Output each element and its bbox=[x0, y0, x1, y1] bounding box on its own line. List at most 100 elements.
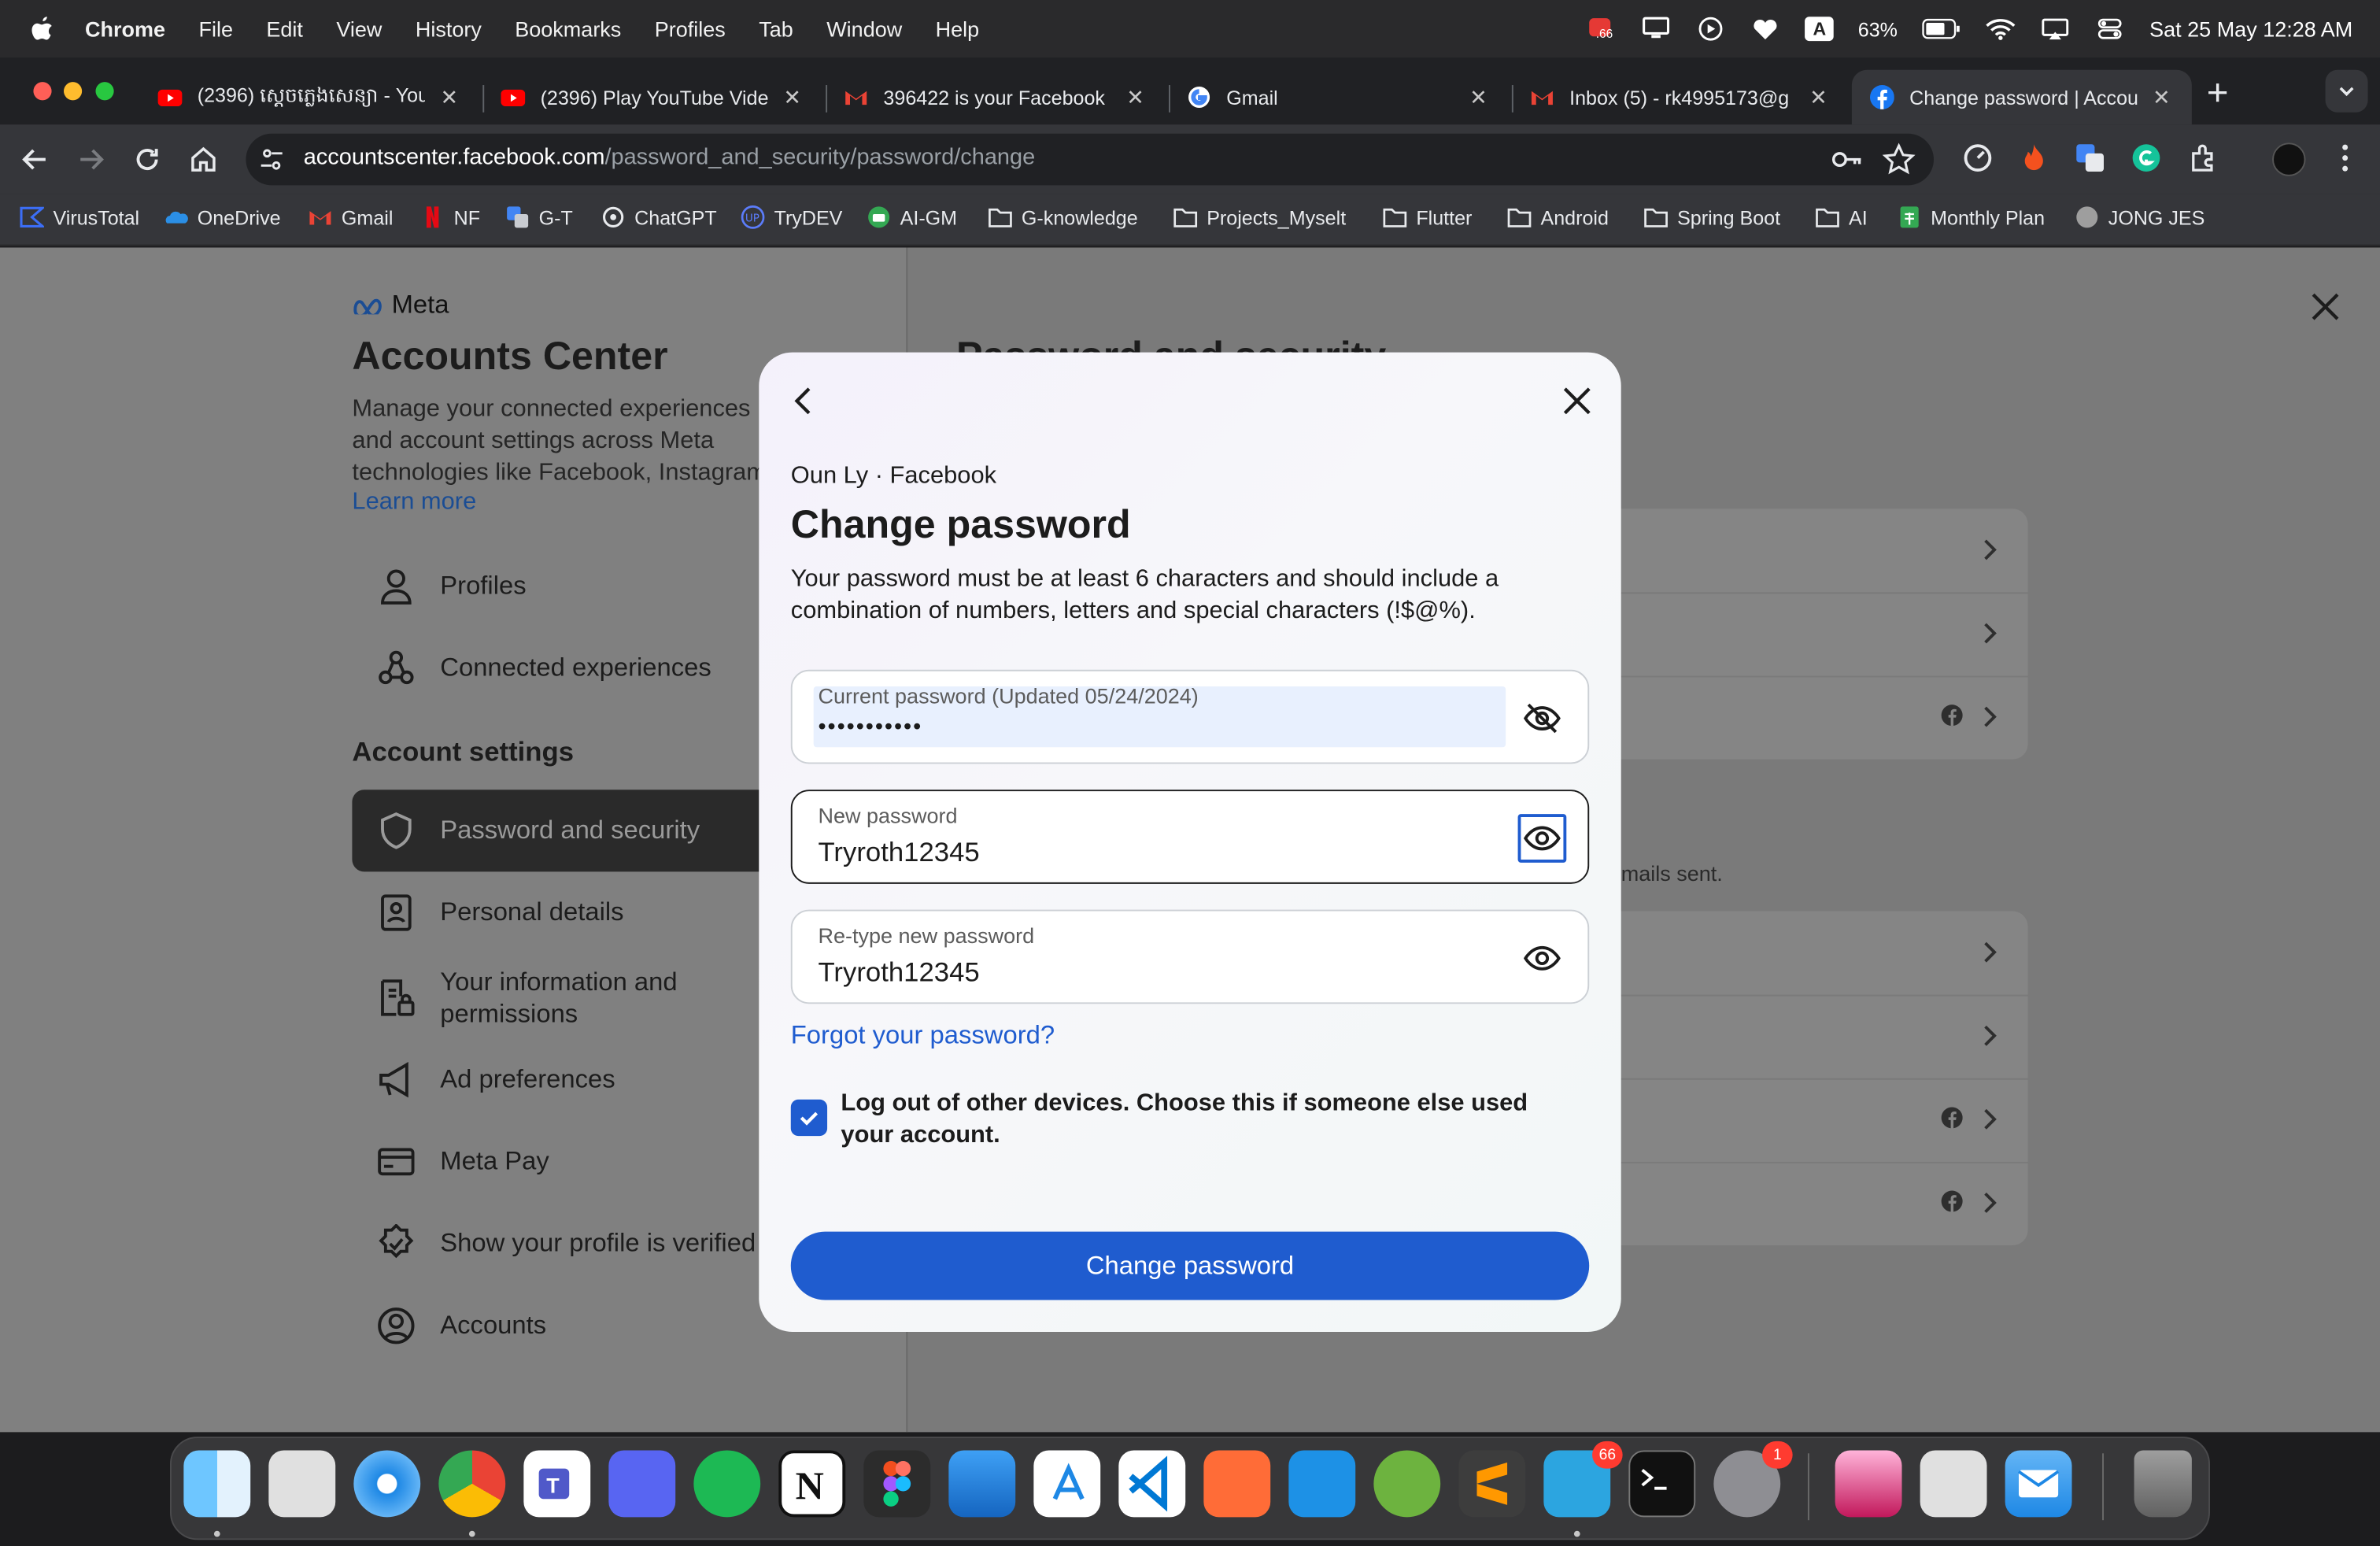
bookmark-g-t[interactable]: G-T bbox=[505, 205, 573, 229]
vscode-icon[interactable] bbox=[1118, 1450, 1186, 1518]
nav-item-information-permissions[interactable]: Your information and permissions bbox=[376, 966, 744, 1030]
heart-icon[interactable] bbox=[1750, 17, 1781, 41]
nav-item-profiles[interactable]: Profiles bbox=[376, 567, 527, 606]
extension-translate-icon[interactable] bbox=[2073, 141, 2106, 174]
xcode-icon[interactable] bbox=[948, 1450, 1016, 1518]
zoom-window-button[interactable] bbox=[95, 82, 114, 101]
sublime-text-icon[interactable] bbox=[1458, 1450, 1526, 1518]
learn-more-link[interactable]: Learn more bbox=[352, 489, 476, 516]
reload-icon[interactable] bbox=[131, 142, 164, 176]
home-icon[interactable] bbox=[187, 142, 220, 176]
close-tab-icon[interactable]: ✕ bbox=[1806, 84, 1831, 110]
retype-password-field[interactable]: Re-type new password Tryroth12345 bbox=[790, 909, 1590, 1004]
minimize-window-button[interactable] bbox=[63, 82, 83, 101]
menu-app-name[interactable]: Chrome bbox=[85, 17, 165, 41]
menu-window[interactable]: Window bbox=[826, 17, 902, 41]
mail-icon[interactable] bbox=[2005, 1450, 2072, 1518]
bookmark-onedrive[interactable]: OneDrive bbox=[164, 205, 281, 229]
bookmark-ai-gm[interactable]: AI-GM bbox=[867, 205, 957, 229]
trash-icon[interactable] bbox=[2134, 1450, 2192, 1518]
play-icon[interactable] bbox=[1696, 17, 1727, 41]
menu-edit[interactable]: Edit bbox=[266, 17, 303, 41]
chevron-right-icon[interactable] bbox=[1979, 938, 2001, 966]
nav-item-password-security[interactable]: Password and security bbox=[376, 811, 700, 850]
new-tab-icon[interactable] bbox=[2204, 79, 2231, 106]
nav-item-accounts[interactable]: Accounts bbox=[376, 1306, 546, 1345]
bookmark-folder-spring-boot[interactable]: Spring Boot bbox=[1644, 205, 1780, 229]
bookmark-monthly-plan[interactable]: Monthly Plan bbox=[1898, 205, 2045, 229]
bookmark-folder-g-knowledge[interactable]: G-knowledge bbox=[988, 205, 1138, 229]
chevron-right-icon[interactable] bbox=[1979, 703, 2001, 730]
bookmark-nf[interactable]: NF bbox=[420, 205, 480, 229]
tab-search-button[interactable] bbox=[2325, 69, 2368, 113]
control-center-icon[interactable] bbox=[2095, 17, 2126, 41]
show-password-toggle[interactable] bbox=[1518, 934, 1567, 983]
forgot-password-link[interactable]: Forgot your password? bbox=[791, 1020, 1055, 1051]
nav-item-ad-preferences[interactable]: Ad preferences bbox=[376, 1060, 615, 1100]
back-chevron-icon[interactable] bbox=[786, 383, 822, 419]
hide-password-toggle[interactable] bbox=[1518, 694, 1567, 743]
archive-utility-icon[interactable] bbox=[1920, 1450, 1987, 1518]
extension-flame-icon[interactable] bbox=[2017, 141, 2050, 174]
menu-tab[interactable]: Tab bbox=[759, 17, 793, 41]
chevron-right-icon[interactable] bbox=[1979, 620, 2001, 647]
display-icon[interactable] bbox=[1642, 17, 1672, 41]
terminal-icon[interactable] bbox=[1628, 1450, 1696, 1518]
site-info-icon[interactable] bbox=[258, 146, 286, 173]
teams-icon[interactable]: T bbox=[523, 1450, 591, 1518]
tab-change-password[interactable]: Change password | Accou ✕ bbox=[1851, 69, 2192, 125]
bookmark-gmail[interactable]: Gmail bbox=[308, 205, 393, 229]
bookmark-folder-android[interactable]: Android bbox=[1507, 205, 1609, 229]
launchpad-icon[interactable] bbox=[268, 1450, 336, 1518]
tab-gmail[interactable]: Gmail ✕ bbox=[1169, 70, 1509, 124]
extension-grammarly-icon[interactable] bbox=[2130, 141, 2163, 174]
chevron-right-icon[interactable] bbox=[1979, 1022, 2001, 1049]
password-key-icon[interactable] bbox=[1831, 144, 1864, 175]
finder-icon[interactable] bbox=[183, 1450, 251, 1518]
telegram-icon[interactable]: 66 bbox=[1543, 1441, 1623, 1518]
logout-devices-label[interactable]: Log out of other devices. Choose this if… bbox=[841, 1087, 1584, 1151]
close-window-button[interactable] bbox=[33, 82, 52, 101]
bookmark-virustotal[interactable]: VirusTotal bbox=[20, 205, 139, 229]
close-tab-icon[interactable]: ✕ bbox=[437, 84, 461, 110]
profile-avatar[interactable] bbox=[2272, 142, 2306, 176]
bookmark-jong-jes[interactable]: JONG JES bbox=[2075, 205, 2204, 229]
battery-icon[interactable] bbox=[1922, 18, 1961, 39]
input-source-icon[interactable]: A bbox=[1805, 17, 1834, 42]
menu-view[interactable]: View bbox=[336, 17, 382, 41]
close-tab-icon[interactable]: ✕ bbox=[1123, 84, 1148, 110]
menu-help[interactable]: Help bbox=[936, 17, 980, 41]
app-store-icon[interactable] bbox=[1033, 1450, 1101, 1518]
close-icon[interactable] bbox=[2307, 289, 2343, 325]
tab-inbox[interactable]: Inbox (5) - rk4995173@g ✕ bbox=[1512, 70, 1849, 124]
close-tab-icon[interactable]: ✕ bbox=[780, 84, 804, 110]
logout-devices-checkbox[interactable] bbox=[790, 1099, 828, 1137]
menubar-clock[interactable]: Sat 25 May 12:28 AM bbox=[2149, 17, 2352, 41]
meta-logo[interactable]: Meta bbox=[352, 290, 449, 320]
system-settings-icon[interactable]: 1 bbox=[1713, 1441, 1793, 1518]
change-password-button[interactable]: Change password bbox=[790, 1231, 1590, 1300]
url-text[interactable]: accountscenter.facebook.com/password_and… bbox=[304, 144, 1035, 170]
bookmark-folder-projects[interactable]: Projects_Myselt bbox=[1173, 205, 1346, 229]
nav-item-verified[interactable]: Show your profile is verified bbox=[376, 1223, 759, 1263]
bookmark-folder-ai[interactable]: AI bbox=[1816, 205, 1868, 229]
extension-speed-icon[interactable] bbox=[1961, 141, 1994, 174]
figma-icon[interactable] bbox=[863, 1450, 931, 1518]
current-password-field[interactable]: Current password (Updated 05/24/2024) ••… bbox=[790, 669, 1590, 764]
apple-icon[interactable] bbox=[31, 15, 55, 43]
nav-item-meta-pay[interactable]: Meta Pay bbox=[376, 1142, 549, 1182]
menu-profiles[interactable]: Profiles bbox=[655, 17, 726, 41]
close-tab-icon[interactable]: ✕ bbox=[2149, 84, 2174, 110]
menu-file[interactable]: File bbox=[198, 17, 233, 41]
new-password-field[interactable]: New password Tryroth12345 bbox=[790, 790, 1590, 884]
bookmark-star-icon[interactable] bbox=[1882, 142, 1916, 176]
nav-item-personal-details[interactable]: Personal details bbox=[376, 893, 624, 932]
kebab-menu-icon[interactable] bbox=[2328, 141, 2361, 174]
extensions-puzzle-icon[interactable] bbox=[2187, 141, 2220, 174]
tab-youtube-1[interactable]: (2396) ស្តេចភ្លេងសេន្យា - YouT ✕ bbox=[139, 70, 479, 124]
chevron-right-icon[interactable] bbox=[1979, 1106, 2001, 1134]
chrome-icon[interactable] bbox=[438, 1450, 506, 1518]
postman-icon[interactable] bbox=[1203, 1450, 1271, 1518]
tab-youtube-2[interactable]: (2396) Play YouTube Vide ✕ bbox=[482, 70, 822, 124]
spotify-icon[interactable] bbox=[693, 1450, 761, 1518]
